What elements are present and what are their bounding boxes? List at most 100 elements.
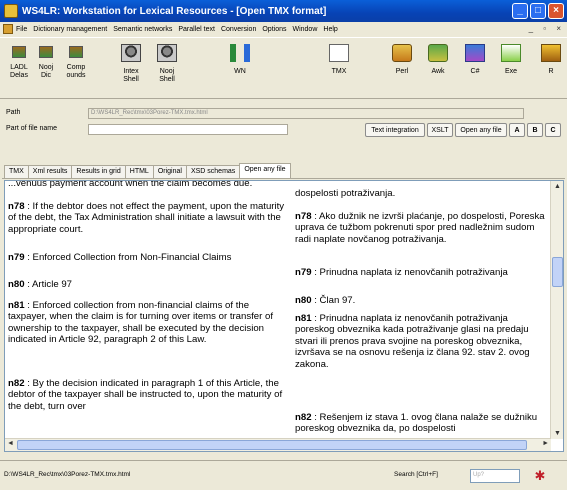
- r-button[interactable]: R: [538, 40, 564, 96]
- close-button[interactable]: ×: [548, 3, 564, 19]
- menu-file[interactable]: File: [16, 26, 27, 33]
- menu-dictionary-management[interactable]: Dictionary management: [33, 26, 107, 33]
- exe-button[interactable]: Exe: [494, 40, 528, 96]
- nooj-dic-label: Nooj Dic: [38, 64, 54, 79]
- minimize-button[interactable]: _: [512, 3, 528, 19]
- font-b-button[interactable]: B: [527, 123, 543, 137]
- segment-text: Prinudna naplata iz nenovčanih potraživa…: [319, 267, 508, 278]
- path-panel: Path D:\WS4LR_Rec\tmx\03Porez-TMX.tmx.ht…: [0, 100, 567, 150]
- tab-original[interactable]: Original: [152, 165, 187, 178]
- document-pane[interactable]: ...venuus payment account when the claim…: [4, 180, 564, 452]
- xslt-button[interactable]: XSLT: [427, 123, 453, 137]
- segment-text: Član 97.: [319, 295, 356, 306]
- menu-parallel-text[interactable]: Parallel text: [178, 26, 215, 33]
- segment-id: n80: [8, 279, 25, 290]
- tab-xsd-schemas[interactable]: XSD schemas: [185, 165, 241, 178]
- scroll-left-icon[interactable]: ◄: [7, 440, 14, 447]
- ladl-delas-button[interactable]: LADL Delas: [6, 40, 32, 96]
- font-a-button[interactable]: A: [509, 123, 525, 137]
- sr-segment-n81: n81 : Prinudna naplata iz nenovčanih pot…: [295, 313, 530, 370]
- tab-open-any-file[interactable]: Open any file: [239, 163, 291, 179]
- segment-id: n80: [295, 295, 312, 306]
- part-of-file-name-label: Part of file name: [6, 125, 57, 132]
- sr-segment-n80: n80 : Član 97.: [295, 295, 356, 306]
- en-segment-n82: n82 : By the decision indicated in parag…: [8, 378, 283, 412]
- exe-label: Exe: [504, 68, 518, 75]
- segment-text: If the debtor does not effect the paymen…: [8, 201, 285, 235]
- scroll-down-icon[interactable]: ▼: [553, 430, 562, 437]
- sr-segment-n79: n79 : Prinudna naplata iz nenovčanih pot…: [295, 267, 508, 278]
- awk-button[interactable]: Awk: [421, 40, 455, 96]
- wordnet-icon: [230, 44, 250, 62]
- search-input[interactable]: Up?: [470, 469, 520, 483]
- window-controls: _ □ ×: [512, 3, 564, 19]
- menu-conversion[interactable]: Conversion: [221, 26, 256, 33]
- segment-text: Enforced Collection from Non-Financial C…: [32, 252, 232, 263]
- sr-segment: dospelosti potraživanja.: [295, 188, 547, 199]
- csharp-button[interactable]: C#: [458, 40, 492, 96]
- sr-segment-n82: n82 : Rešenjem iz stava 1. ovog člana na…: [295, 412, 538, 435]
- app-icon: [4, 4, 18, 18]
- perl-button[interactable]: Perl: [385, 40, 419, 96]
- menu-bar: File Dictionary management Semantic netw…: [0, 22, 567, 36]
- exe-icon: [501, 44, 521, 62]
- segment-text: Prinudna naplata iz nenovčanih potraživa…: [295, 313, 530, 370]
- menu-window[interactable]: Window: [292, 26, 317, 33]
- tab-tmx[interactable]: TMX: [4, 165, 29, 178]
- segment-id: n82: [295, 412, 312, 423]
- menu-help[interactable]: Help: [323, 26, 337, 33]
- intex-shell-label: Intex Shell: [123, 68, 139, 83]
- intex-shell-button[interactable]: Intex Shell: [116, 40, 146, 96]
- scroll-up-icon[interactable]: ▲: [553, 183, 562, 190]
- en-segment-n78: n78 : If the debtor does not effect the …: [8, 201, 285, 235]
- tab-html[interactable]: HTML: [124, 165, 154, 178]
- vertical-scroll-thumb[interactable]: [552, 257, 563, 287]
- scroll-right-icon[interactable]: ►: [542, 440, 549, 447]
- segment-text: Enforced collection from non-financial c…: [8, 300, 274, 346]
- ladl-delas-label: LADL Delas: [10, 64, 28, 79]
- tmx-button[interactable]: TMX: [318, 40, 360, 96]
- path-label: Path: [6, 109, 21, 116]
- horizontal-scroll-thumb[interactable]: [17, 440, 527, 450]
- r-icon: [541, 44, 561, 62]
- text-integration-button[interactable]: Text integration: [365, 123, 425, 137]
- tab-xml-results[interactable]: Xml results: [27, 165, 73, 178]
- status-bar: D:\WS4LR_Rec\tmx\03Porez-TMX.tmx.html Se…: [0, 460, 567, 490]
- en-segment: ...venuus payment account when the claim…: [8, 181, 286, 189]
- search-icon[interactable]: ✱: [531, 467, 549, 485]
- segment-text: Rešenjem iz stava 1. ovog člana nalaže s…: [295, 412, 538, 435]
- document-icon[interactable]: [3, 24, 13, 34]
- segment-id: n81: [8, 300, 25, 311]
- search-label: Search [Ctrl+F]: [394, 471, 438, 478]
- path-field[interactable]: D:\WS4LR_Rec\tmx\03Porez-TMX.tmx.html: [88, 108, 524, 119]
- window-title: WS4LR: Workstation for Lexical Resources…: [22, 5, 327, 17]
- shell-icon: [121, 44, 141, 62]
- segment-text: Ako dužnik ne izvrši plaćanje, po dospel…: [295, 211, 545, 245]
- tmx-icon: [329, 44, 349, 62]
- toolbar: LADL Delas Nooj Dic Comp ounds Intex She…: [0, 37, 567, 99]
- maximize-button[interactable]: □: [530, 3, 546, 19]
- compounds-button[interactable]: Comp ounds: [62, 40, 90, 96]
- nooj-dic-button[interactable]: Nooj Dic: [34, 40, 58, 96]
- en-segment-n79: n79 : Enforced Collection from Non-Finan…: [8, 252, 232, 263]
- part-of-file-name-field[interactable]: [88, 124, 288, 135]
- awk-label: Awk: [431, 68, 445, 75]
- tab-strip: TMX Xml results Results in grid HTML Ori…: [4, 162, 291, 179]
- segment-id: n79: [295, 267, 312, 278]
- wn-button[interactable]: WN: [220, 40, 260, 96]
- vertical-scrollbar[interactable]: ▲ ▼: [550, 181, 563, 439]
- menu-semantic-networks[interactable]: Semantic networks: [113, 26, 172, 33]
- horizontal-scrollbar[interactable]: ◄ ►: [5, 438, 551, 451]
- menu-options[interactable]: Options: [262, 26, 286, 33]
- segment-id: n79: [8, 252, 25, 263]
- dictionary-icon: [69, 46, 83, 58]
- font-c-button[interactable]: C: [545, 123, 561, 137]
- compounds-label: Comp ounds: [66, 64, 86, 79]
- segment-text: By the decision indicated in paragraph 1…: [8, 378, 283, 412]
- mdi-controls[interactable]: _ ▫ ×: [529, 24, 565, 33]
- title-bar: WS4LR: Workstation for Lexical Resources…: [0, 0, 567, 22]
- nooj-shell-button[interactable]: Nooj Shell: [152, 40, 182, 96]
- tab-results-in-grid[interactable]: Results in grid: [71, 165, 126, 178]
- open-any-file-button[interactable]: Open any file: [455, 123, 507, 137]
- dictionary-icon: [12, 46, 26, 58]
